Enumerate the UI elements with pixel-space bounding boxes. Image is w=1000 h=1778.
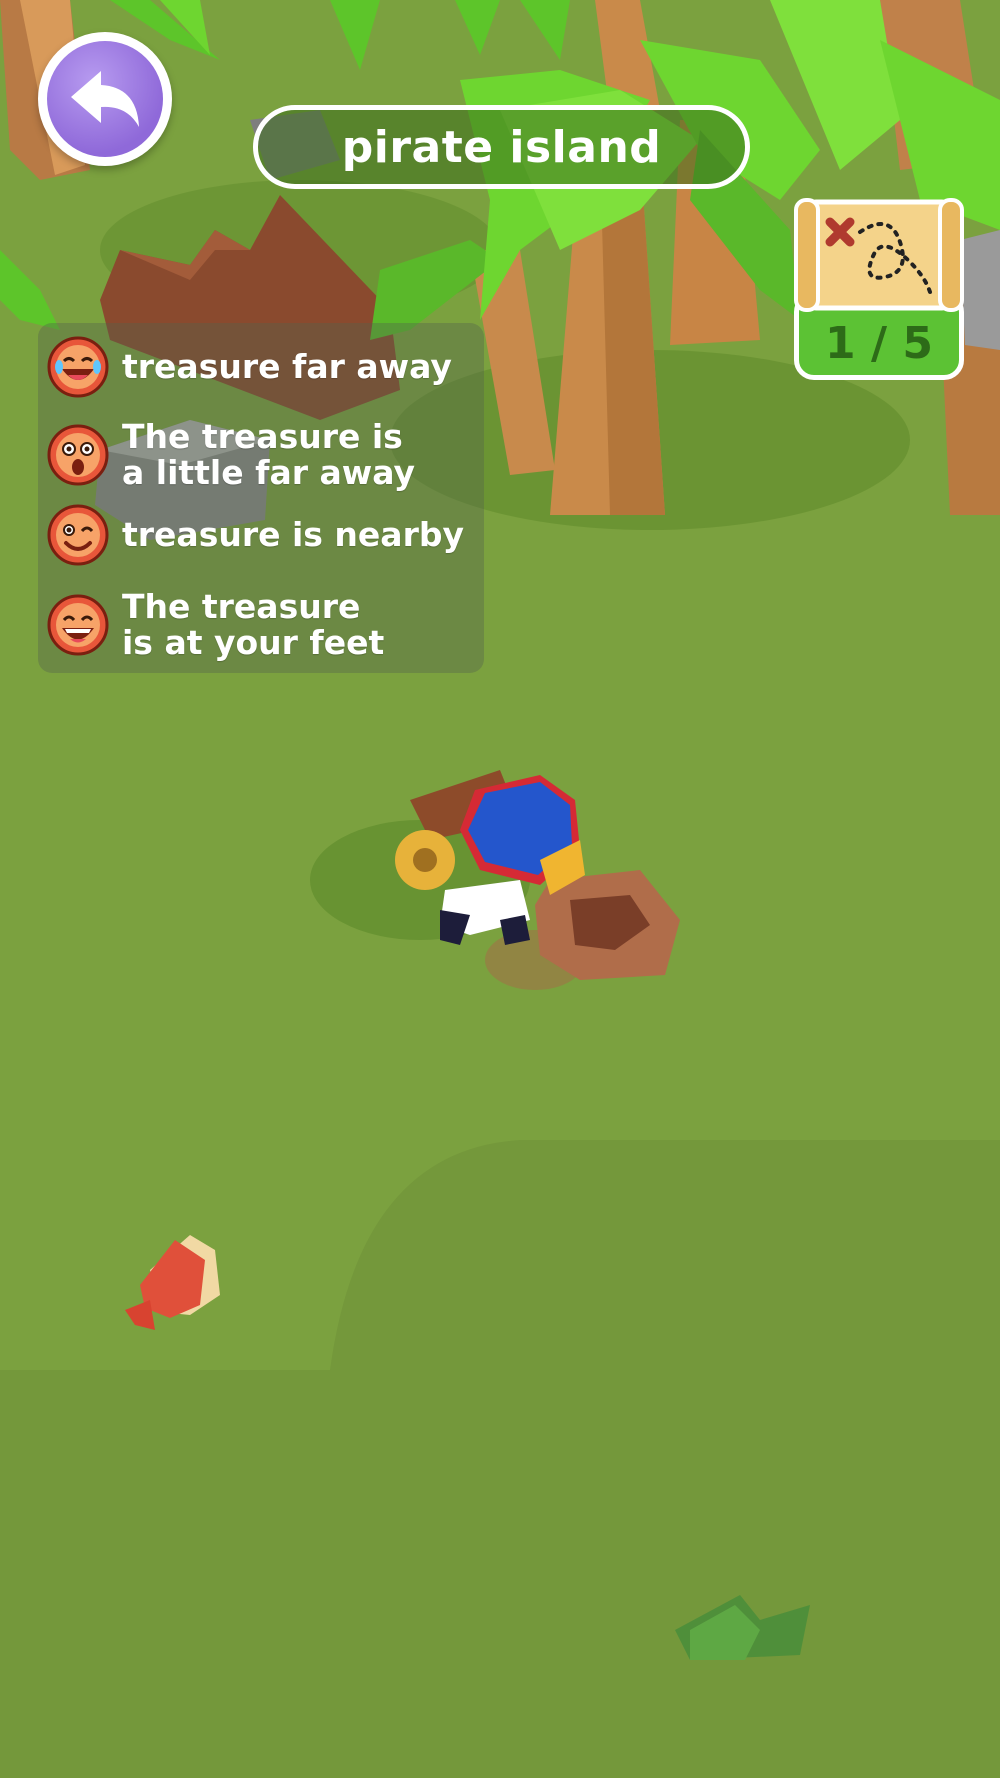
surprised-face-icon bbox=[47, 424, 109, 486]
treasure-count-text: 1 / 5 bbox=[825, 318, 933, 369]
back-arrow-icon bbox=[71, 71, 139, 127]
legend-item: The treasure is at your feet bbox=[46, 589, 402, 661]
legend-item: The treasure is a little far away bbox=[46, 419, 422, 491]
legend-label: The treasure is at your feet bbox=[122, 587, 385, 662]
legend-label: The treasure is a little far away bbox=[122, 417, 416, 492]
legend-label: treasure far away bbox=[122, 347, 452, 386]
legend-item: treasure is nearby bbox=[46, 503, 464, 567]
treasure-map-counter[interactable]: 1 / 5 bbox=[790, 192, 968, 390]
grinning-face-icon bbox=[47, 594, 109, 656]
winking-face-icon bbox=[47, 504, 109, 566]
legend-label: treasure is nearby bbox=[122, 515, 464, 554]
level-title: pirate island bbox=[253, 105, 750, 189]
crying-laughing-face-icon bbox=[47, 336, 109, 398]
treasure-map-icon bbox=[794, 198, 964, 312]
distance-legend: treasure far away The treasure is a litt… bbox=[38, 323, 484, 673]
legend-item: treasure far away bbox=[46, 335, 452, 399]
back-button[interactable] bbox=[38, 32, 172, 166]
level-title-text: pirate island bbox=[341, 121, 662, 173]
